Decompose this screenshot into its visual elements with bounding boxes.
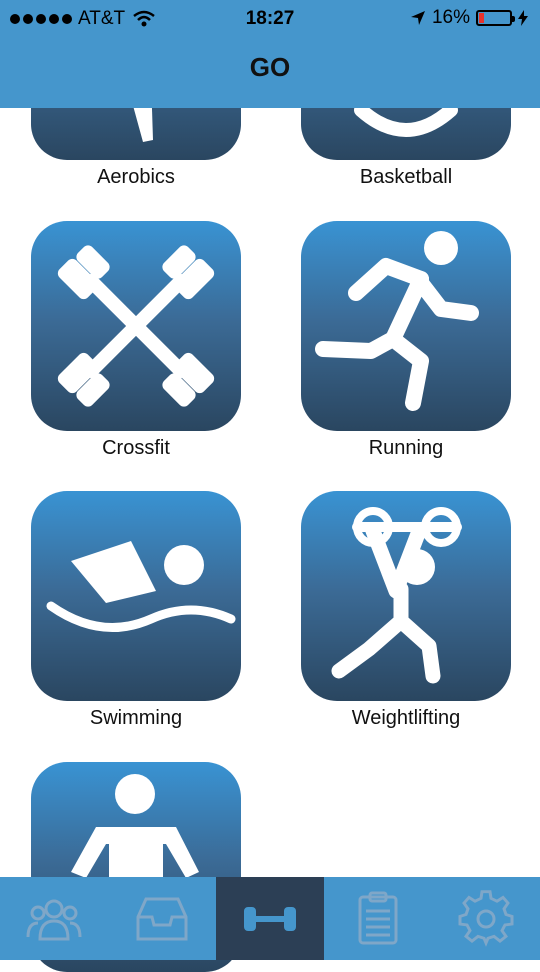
carrier-name: AT&T [78, 8, 126, 29]
tab-log[interactable] [324, 877, 432, 960]
activity-tile-crossfit[interactable]: Crossfit [31, 221, 241, 459]
activity-tile-weightlifting[interactable]: Weightlifting [301, 491, 511, 729]
battery-level-fill [479, 13, 484, 23]
swimming-icon [31, 491, 241, 701]
activity-tile-swimming[interactable]: Swimming [31, 491, 241, 729]
tab-workout[interactable] [216, 877, 324, 960]
gear-icon [458, 889, 514, 947]
tab-inbox[interactable] [108, 877, 216, 960]
location-arrow-icon [410, 11, 425, 25]
tab-settings[interactable] [432, 877, 540, 960]
activity-tile-running[interactable]: Running [301, 221, 511, 459]
tab-bar [0, 877, 540, 960]
inbox-icon [136, 897, 188, 940]
activity-label: Basketball [359, 166, 453, 188]
battery-percent: 16% [431, 7, 470, 28]
signal-strength-icon [10, 14, 72, 24]
dumbbell-icon [244, 906, 296, 931]
activity-label: Aerobics [97, 166, 175, 188]
page-title: GO [249, 52, 291, 82]
wifi-icon [133, 10, 155, 27]
activity-label: Running [368, 437, 444, 459]
activity-label: Swimming [89, 707, 183, 729]
running-icon [301, 221, 511, 431]
battery-icon [476, 10, 515, 26]
navigation-header: AT&T 18:27 16% GO [0, 0, 540, 108]
community-icon [26, 899, 82, 940]
tab-community[interactable] [0, 877, 108, 960]
clipboard-icon [358, 891, 398, 944]
status-bar: AT&T 18:27 16% [0, 0, 540, 36]
weightlifting-icon [301, 491, 511, 701]
activity-label: Weightlifting [351, 707, 461, 729]
crossfit-icon [31, 221, 241, 431]
charging-bolt-icon [518, 10, 528, 26]
activity-label: Crossfit [102, 437, 170, 459]
